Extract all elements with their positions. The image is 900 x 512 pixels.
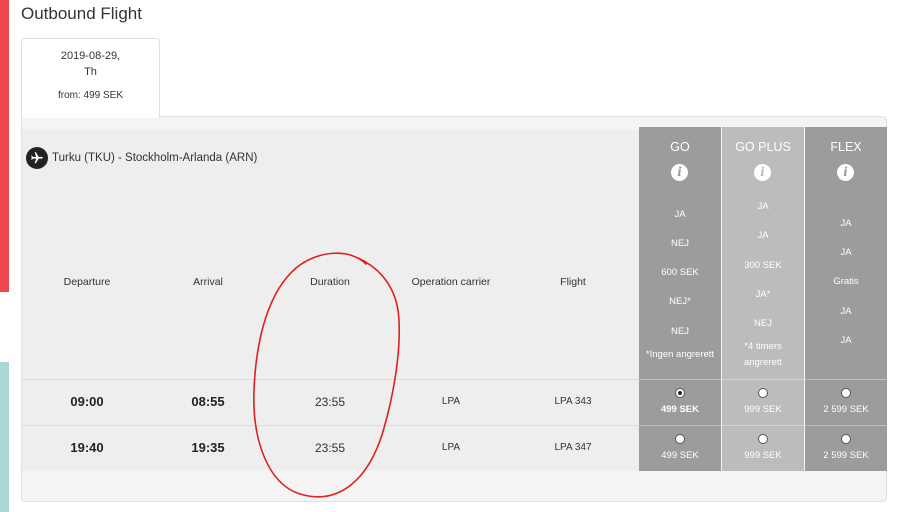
- fare-name: GO: [670, 140, 690, 154]
- fare-feature-note: *Ingen angrerett: [645, 349, 715, 360]
- row-divider: [22, 379, 639, 380]
- fare-price: 999 SEK: [744, 404, 782, 415]
- fare-radio[interactable]: [841, 434, 851, 444]
- date-tab-from-price: from: 499 SEK: [57, 90, 124, 101]
- fare-price: 2 599 SEK: [823, 404, 869, 415]
- fare-price: 499 SEK: [660, 404, 700, 415]
- row-divider: [722, 425, 804, 426]
- row-divider: [22, 425, 639, 426]
- fare-feature: NEJ*: [669, 296, 691, 307]
- page-title: Outbound Flight: [21, 4, 142, 23]
- departure-time: 09:00: [70, 394, 104, 409]
- fare-feature: NEJ: [671, 326, 689, 337]
- row-divider: [805, 379, 887, 380]
- fare-column-go-plus: GO PLUS i JA JA 300 SEK JA* NEJ *4 timer…: [722, 127, 804, 471]
- airplane-icon: [26, 147, 48, 169]
- fare-price: 999 SEK: [744, 450, 782, 461]
- row-divider: [722, 379, 804, 380]
- info-icon[interactable]: i: [671, 164, 688, 181]
- info-icon[interactable]: i: [754, 164, 771, 181]
- arrival-time: 19:35: [191, 440, 225, 455]
- fare-feature: 600 SEK: [661, 267, 699, 278]
- fare-price: 499 SEK: [661, 450, 699, 461]
- duration: 23:55: [314, 395, 346, 409]
- date-tab-date: 2019-08-29,: [60, 50, 121, 62]
- fare-feature: JA: [840, 247, 852, 258]
- column-header-duration: Duration: [310, 276, 350, 288]
- date-tab[interactable]: 2019-08-29, Th from: 499 SEK: [21, 38, 160, 118]
- operating-carrier: LPA: [441, 396, 461, 407]
- flight-number: LPA 343: [554, 396, 592, 407]
- arrival-time: 08:55: [191, 394, 225, 409]
- info-icon[interactable]: i: [837, 164, 854, 181]
- fare-feature: JA: [840, 218, 852, 229]
- row-divider: [639, 379, 721, 380]
- left-accent-bar-teal: [0, 362, 9, 512]
- fare-feature: NEJ: [671, 238, 689, 249]
- column-header-arrival: Arrival: [193, 276, 223, 288]
- fare-feature: JA: [674, 209, 686, 220]
- row-divider: [805, 425, 887, 426]
- row-divider: [639, 425, 721, 426]
- column-header-flight: Flight: [560, 276, 586, 288]
- route-label: Turku (TKU) - Stockholm-Arlanda (ARN): [52, 152, 258, 164]
- fare-feature: NEJ: [754, 318, 772, 329]
- fare-radio[interactable]: [675, 434, 685, 444]
- fare-feature-note: *4 timers: [744, 341, 782, 352]
- fare-feature: JA*: [755, 289, 771, 300]
- fare-feature: JA: [757, 201, 769, 212]
- route-header: Turku (TKU) - Stockholm-Arlanda (ARN): [26, 147, 257, 169]
- fare-price: 2 599 SEK: [823, 450, 869, 461]
- fare-feature: JA: [840, 306, 852, 317]
- flight-number: LPA 347: [554, 442, 592, 453]
- fare-column-go: GO i JA NEJ 600 SEK NEJ* NEJ *Ingen angr…: [639, 127, 721, 471]
- column-header-departure: Departure: [63, 276, 111, 288]
- fare-feature: JA: [840, 335, 852, 346]
- fare-name: GO PLUS: [735, 140, 791, 154]
- fare-radio[interactable]: [758, 434, 768, 444]
- fare-feature: JA: [757, 230, 769, 241]
- fare-feature-note: angrerett: [743, 357, 783, 368]
- flight-list-area: [22, 130, 639, 470]
- fare-column-flex: FLEX i JA JA Gratis JA JA 2 599 SEK 2 59…: [805, 127, 887, 471]
- fare-feature: Gratis: [833, 276, 859, 287]
- departure-time: 19:40: [70, 440, 104, 455]
- operating-carrier: LPA: [441, 442, 461, 453]
- fare-radio[interactable]: [758, 388, 768, 398]
- column-header-carrier: Operation carrier: [411, 276, 491, 288]
- fare-radio[interactable]: [675, 388, 685, 398]
- fare-feature: 300 SEK: [744, 260, 782, 271]
- date-tab-weekday: Th: [84, 66, 97, 78]
- left-accent-bar-red: [0, 0, 9, 292]
- fare-name: FLEX: [830, 140, 862, 154]
- fare-radio[interactable]: [841, 388, 851, 398]
- duration: 23:55: [314, 441, 346, 455]
